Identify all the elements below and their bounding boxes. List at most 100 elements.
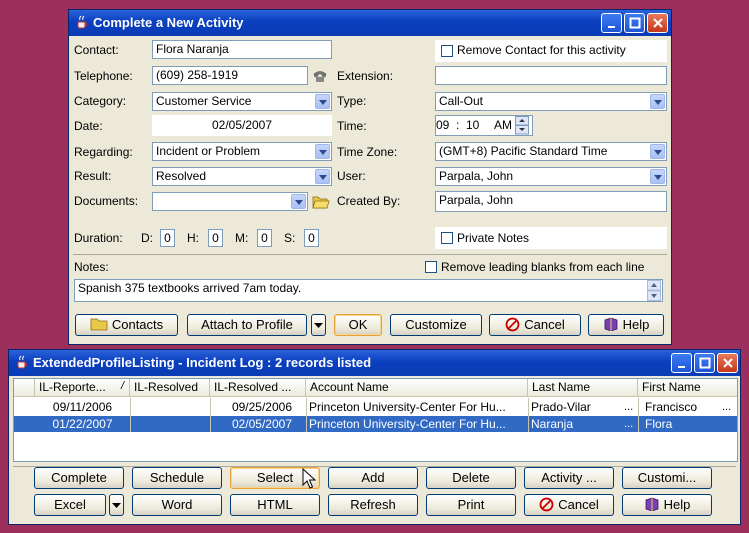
listing-window-title: ExtendedProfileListing - Incident Log : … bbox=[33, 355, 372, 370]
chevron-down-icon[interactable] bbox=[650, 169, 665, 184]
duration-d-field[interactable]: 0 bbox=[160, 229, 175, 247]
list-cancel-button[interactable]: Cancel bbox=[524, 494, 614, 516]
activity-titlebar[interactable]: Complete a New Activity bbox=[69, 10, 671, 36]
notes-textarea[interactable]: Spanish 375 textbooks arrived 7am today. bbox=[74, 279, 663, 302]
minimize-button[interactable] bbox=[601, 13, 622, 33]
print-button[interactable]: Print bbox=[426, 494, 516, 516]
schedule-button[interactable]: Schedule bbox=[132, 467, 222, 489]
result-dropdown[interactable]: Resolved bbox=[152, 167, 332, 186]
add-button[interactable]: Add bbox=[328, 467, 418, 489]
refresh-button[interactable]: Refresh bbox=[328, 494, 418, 516]
contact-field[interactable]: Flora Naranja bbox=[152, 40, 332, 59]
telephone-field[interactable]: (609) 258-1919 bbox=[152, 66, 308, 85]
customize-button[interactable]: Customize bbox=[390, 314, 482, 336]
grid-line bbox=[638, 398, 639, 432]
result-value: Resolved bbox=[156, 169, 207, 183]
help-button[interactable]: Help bbox=[588, 314, 664, 336]
folder-open-icon[interactable] bbox=[312, 194, 330, 210]
attach-to-profile-button[interactable]: Attach to Profile bbox=[187, 314, 307, 336]
chevron-down-icon[interactable] bbox=[650, 94, 665, 109]
cell-resolved bbox=[130, 399, 210, 415]
list-help-label: Help bbox=[663, 497, 691, 512]
minimize-button[interactable] bbox=[671, 353, 692, 373]
category-dropdown[interactable]: Customer Service bbox=[152, 92, 332, 111]
duration-label: Duration: bbox=[74, 231, 123, 245]
column-header[interactable]: IL-Resolved ... bbox=[210, 379, 306, 397]
row-header-corner bbox=[14, 379, 35, 397]
activity-window-title: Complete a New Activity bbox=[93, 15, 244, 30]
extension-field[interactable] bbox=[435, 66, 667, 85]
grid-line bbox=[210, 398, 211, 432]
cancel-button[interactable]: Cancel bbox=[489, 314, 581, 336]
duration-s-field[interactable]: 0 bbox=[304, 229, 319, 247]
excel-button[interactable]: Excel bbox=[34, 494, 106, 516]
close-icon bbox=[653, 18, 663, 28]
phone-dial-icon[interactable] bbox=[312, 68, 328, 84]
duration-m-field[interactable]: 0 bbox=[257, 229, 272, 247]
column-header-label: IL-Reporte... bbox=[39, 380, 106, 394]
contacts-button[interactable]: Contacts bbox=[75, 314, 178, 336]
close-button[interactable] bbox=[717, 353, 738, 373]
activity-button[interactable]: Activity ... bbox=[524, 467, 614, 489]
private-notes-checkbox[interactable] bbox=[441, 232, 453, 244]
remove-contact-checkbox[interactable] bbox=[441, 45, 453, 57]
ok-button-label: OK bbox=[348, 317, 368, 332]
delete-button[interactable]: Delete bbox=[426, 467, 516, 489]
extension-label: Extension: bbox=[337, 69, 394, 83]
duration-h-field[interactable]: 0 bbox=[208, 229, 223, 247]
listing-titlebar[interactable]: ExtendedProfileListing - Incident Log : … bbox=[9, 350, 740, 376]
maximize-icon bbox=[629, 17, 641, 29]
maximize-button[interactable] bbox=[624, 13, 645, 33]
cell-reported: 01/22/2007 bbox=[52, 417, 113, 431]
html-button[interactable]: HTML bbox=[230, 494, 320, 516]
column-header[interactable]: IL-Resolved bbox=[130, 379, 210, 397]
cell-account: Princeton University-Center For Hu... bbox=[309, 417, 506, 431]
chevron-down-icon bbox=[112, 503, 121, 508]
column-header[interactable]: Last Name bbox=[528, 379, 638, 397]
timezone-dropdown[interactable]: (GMT+8) Pacific Standard Time bbox=[435, 142, 667, 161]
maximize-button[interactable] bbox=[694, 353, 715, 373]
column-header[interactable]: IL-Reporte... / bbox=[35, 379, 130, 397]
ok-button[interactable]: OK bbox=[334, 314, 382, 336]
word-button[interactable]: Word bbox=[132, 494, 222, 516]
attach-button-label: Attach to Profile bbox=[201, 317, 293, 332]
help-book-icon bbox=[645, 497, 659, 512]
complete-button[interactable]: Complete bbox=[34, 467, 124, 489]
spinner-arrows-icon[interactable] bbox=[515, 116, 529, 135]
chevron-down-icon[interactable] bbox=[315, 169, 330, 184]
list-cancel-label: Cancel bbox=[558, 497, 599, 512]
documents-dropdown[interactable] bbox=[152, 192, 308, 211]
chevron-down-icon[interactable] bbox=[650, 144, 665, 159]
maximize-icon bbox=[699, 357, 711, 369]
chevron-down-icon bbox=[314, 323, 323, 328]
time-spinner[interactable]: 09 : 10 AM bbox=[435, 115, 533, 136]
table-row[interactable]: 09/11/2006 09/25/2006 Princeton Universi… bbox=[14, 399, 737, 415]
remove-blanks-checkbox[interactable] bbox=[425, 261, 437, 273]
user-label: User: bbox=[337, 169, 366, 183]
close-button[interactable] bbox=[647, 13, 668, 33]
grid-line bbox=[130, 398, 131, 432]
type-dropdown[interactable]: Call-Out bbox=[435, 92, 667, 111]
scroll-arrows-icon[interactable] bbox=[647, 280, 661, 301]
time-ampm[interactable]: AM bbox=[494, 118, 512, 132]
records-table[interactable]: IL-Reporte... / IL-Resolved IL-Resolved … bbox=[13, 378, 738, 462]
chevron-down-icon[interactable] bbox=[291, 194, 306, 209]
timezone-label: Time Zone: bbox=[337, 145, 398, 159]
time-minute[interactable]: 10 bbox=[466, 118, 479, 132]
column-header[interactable]: Account Name bbox=[306, 379, 528, 397]
excel-dropdown-button[interactable] bbox=[109, 494, 124, 516]
created-by-field[interactable]: Parpala, John bbox=[435, 191, 667, 212]
list-help-button[interactable]: Help bbox=[622, 494, 712, 516]
user-dropdown[interactable]: Parpala, John bbox=[435, 167, 667, 186]
table-row-selected[interactable]: 01/22/2007 02/05/2007 Princeton Universi… bbox=[14, 416, 737, 432]
chevron-down-icon[interactable] bbox=[315, 94, 330, 109]
chevron-down-icon[interactable] bbox=[315, 144, 330, 159]
date-field[interactable]: 02/05/2007 bbox=[152, 115, 332, 136]
attach-dropdown-button[interactable] bbox=[311, 314, 326, 336]
column-header[interactable]: First Name bbox=[638, 379, 737, 397]
time-hour[interactable]: 09 bbox=[436, 118, 449, 132]
time-separator: : bbox=[456, 118, 460, 132]
customize-list-button[interactable]: Customi... bbox=[622, 467, 712, 489]
cell-first-name: Francisco bbox=[645, 400, 698, 414]
regarding-dropdown[interactable]: Incident or Problem bbox=[152, 142, 332, 161]
